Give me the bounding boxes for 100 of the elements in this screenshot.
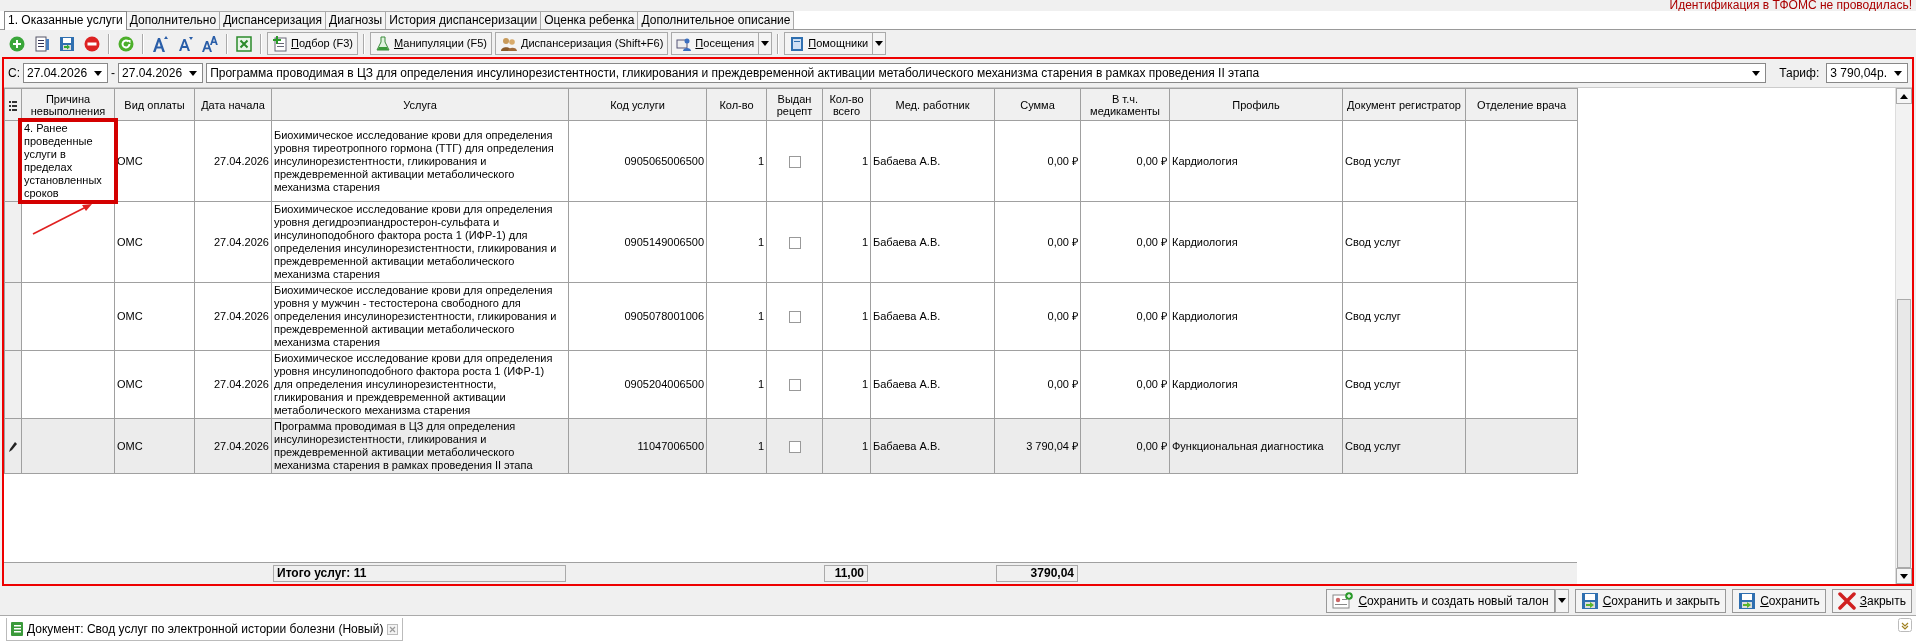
table-cell: 1 xyxy=(706,282,767,351)
table-cell: Функциональная диагностика xyxy=(1169,418,1343,474)
refresh-icon[interactable] xyxy=(118,35,134,52)
table-cell: Свод услуг xyxy=(1342,120,1466,202)
scrollbar-thumb[interactable] xyxy=(1897,298,1911,568)
column-header[interactable]: Причина невыполнения xyxy=(21,88,115,121)
caret-icon xyxy=(189,70,198,76)
tab[interactable]: Дополнительное описание xyxy=(637,11,795,29)
table-cell: 1 xyxy=(822,350,871,419)
column-header[interactable]: Вид оплаты xyxy=(114,88,195,121)
column-header[interactable]: Кол-во xyxy=(706,88,767,121)
column-header[interactable]: В т.ч. медикаменты xyxy=(1080,88,1170,121)
checkbox[interactable] xyxy=(788,236,801,249)
checkbox[interactable] xyxy=(788,440,801,453)
caret-icon xyxy=(1752,70,1761,76)
date-to-picker[interactable]: 27.04.2026 xyxy=(118,63,204,83)
footer-button[interactable]: Закрыть xyxy=(1831,588,1912,613)
column-chooser-icon[interactable] xyxy=(9,100,17,111)
status-message: Идентификация в ТФОМС не проводилась! xyxy=(1668,0,1913,11)
tab[interactable]: История диспансеризации xyxy=(385,11,542,29)
tab[interactable]: 1. Оказанные услуги xyxy=(4,11,127,30)
tab[interactable]: Дополнительно xyxy=(125,11,221,29)
footer-button[interactable]: Сохранить xyxy=(1732,588,1826,613)
checkbox[interactable] xyxy=(788,155,801,168)
footer-button[interactable]: Сохранить и создать новый талон xyxy=(1326,588,1555,613)
tab[interactable]: Оценка ребенка xyxy=(540,11,639,29)
column-header[interactable]: Отделение врача xyxy=(1465,88,1578,121)
arrow xyxy=(30,201,94,237)
table-cell: 0905078001006 xyxy=(568,282,707,351)
quantity-total: 11,00 xyxy=(824,564,868,582)
column-header[interactable]: Код услуги xyxy=(568,88,707,121)
table-cell: Кардиология xyxy=(1169,282,1343,351)
table-cell: Биохимическое исследование крови для определения уровня дегидроэпиандростерон-сульфата и инсулиноподобного фактора роста 1 (ИФР-1) для определения инсулинорезистентности, гликирования и преждевременной активации метаболического механизма старения xyxy=(271,201,569,283)
font-size-icon[interactable] xyxy=(201,34,219,53)
caret-down-icon xyxy=(1900,573,1908,579)
flask-icon xyxy=(374,35,391,52)
table-cell: 1 xyxy=(822,282,871,351)
column-header[interactable]: Кол-во всего xyxy=(822,88,871,121)
toolbar-button[interactable]: Диспансеризация (Shift+F6) xyxy=(495,32,669,55)
table-cell: Бабаева А.В. xyxy=(870,418,995,474)
table-cell: 1 xyxy=(822,120,871,202)
table-cell: Биохимическое исследование крови для определения уровня у мужчин - тестостерона свободного для определения инсулинорезистентности, гликирования и преждевременной активации метаболического механизма старения xyxy=(271,282,569,351)
table-cell: Свод услуг xyxy=(1342,350,1466,419)
scroll-up-button[interactable] xyxy=(1896,88,1912,104)
table-cell: ОМС xyxy=(114,282,195,351)
table-cell: 1 xyxy=(822,201,871,283)
close-icon[interactable] xyxy=(387,624,399,636)
plus-icon[interactable] xyxy=(9,35,25,52)
scroll-down-button[interactable] xyxy=(1896,568,1912,584)
checkbox[interactable] xyxy=(788,311,801,324)
toolbar-button[interactable]: Подбор (F3) xyxy=(267,32,358,55)
table-cell: 0,00 ₽ xyxy=(994,350,1081,419)
table-cell: Кардиология xyxy=(1169,120,1343,202)
tariff-dropdown[interactable]: 3 790,04р. xyxy=(1826,63,1908,83)
table-cell: Бабаева А.В. xyxy=(870,201,995,283)
caret-icon xyxy=(1894,70,1902,76)
table-cell: 27.04.2026 xyxy=(194,350,272,419)
table-cell: 0,00 ₽ xyxy=(1080,418,1170,474)
document-plus-icon xyxy=(272,35,288,52)
footer-button[interactable]: Сохранить и закрыть xyxy=(1574,588,1727,613)
expand-icon[interactable] xyxy=(1898,618,1912,632)
toolbar-button[interactable]: Манипуляции (F5) xyxy=(369,32,492,55)
column-header[interactable]: Документ регистратор xyxy=(1342,88,1466,121)
dropdown-button[interactable] xyxy=(758,32,773,55)
pencil-icon xyxy=(9,441,17,452)
document-icon[interactable] xyxy=(34,35,50,52)
table-cell: Биохимическое исследование крови для определения уровня тиреотропного гормона (ТТГ) для определения инсулинорезистентности, гликирования и преждевременной активации метаболического механизма старения xyxy=(271,120,569,202)
save-icon xyxy=(1580,591,1599,610)
column-header[interactable]: Мед. работник xyxy=(870,88,995,121)
people-icon xyxy=(500,35,518,52)
save-icon[interactable] xyxy=(59,35,75,52)
document-tab[interactable]: Документ: Свод услуг по электронной истории болезни (Новый) xyxy=(6,618,404,641)
dropdown-button[interactable] xyxy=(872,32,887,55)
program-dropdown[interactable]: Программа проводимая в ЦЗ для определения инсулинорезистентности, гликирования и преждевременной активации метаболического механизма старения в рамках проведения II этапа xyxy=(206,63,1767,83)
from-label: С: xyxy=(8,65,20,82)
checkbox[interactable] xyxy=(788,379,801,392)
toolbar-button[interactable]: Помощники xyxy=(784,32,874,55)
table-cell: 0,00 ₽ xyxy=(1080,350,1170,419)
column-header[interactable]: Услуга xyxy=(271,88,569,121)
column-header[interactable]: Профиль xyxy=(1169,88,1343,121)
tab[interactable]: Диагнозы xyxy=(325,11,387,29)
font-size-up-icon[interactable] xyxy=(151,34,169,53)
table-cell: 1 xyxy=(706,120,767,202)
tab[interactable]: Диспансеризация xyxy=(219,11,327,29)
date-separator: - xyxy=(111,65,116,82)
date-from-picker[interactable]: 27.04.2026 xyxy=(23,63,109,83)
column-header[interactable]: Сумма xyxy=(994,88,1081,121)
column-header[interactable]: Выдан рецепт xyxy=(766,88,823,121)
book-icon xyxy=(789,35,806,52)
font-size-down-icon[interactable] xyxy=(177,35,193,52)
column-header[interactable]: Дата начала xyxy=(194,88,272,121)
tariff-label: Тариф: xyxy=(1779,65,1820,82)
stop-icon[interactable] xyxy=(84,35,100,52)
table-cell: 0,00 ₽ xyxy=(1080,120,1170,202)
close-icon xyxy=(1837,591,1856,610)
toolbar-button[interactable]: Посещения xyxy=(671,32,760,55)
table-cell: 1 xyxy=(822,418,871,474)
table-cell: Свод услуг xyxy=(1342,418,1466,474)
table-cell: 11047006500 xyxy=(568,418,707,474)
spreadsheet-icon[interactable] xyxy=(236,35,252,52)
